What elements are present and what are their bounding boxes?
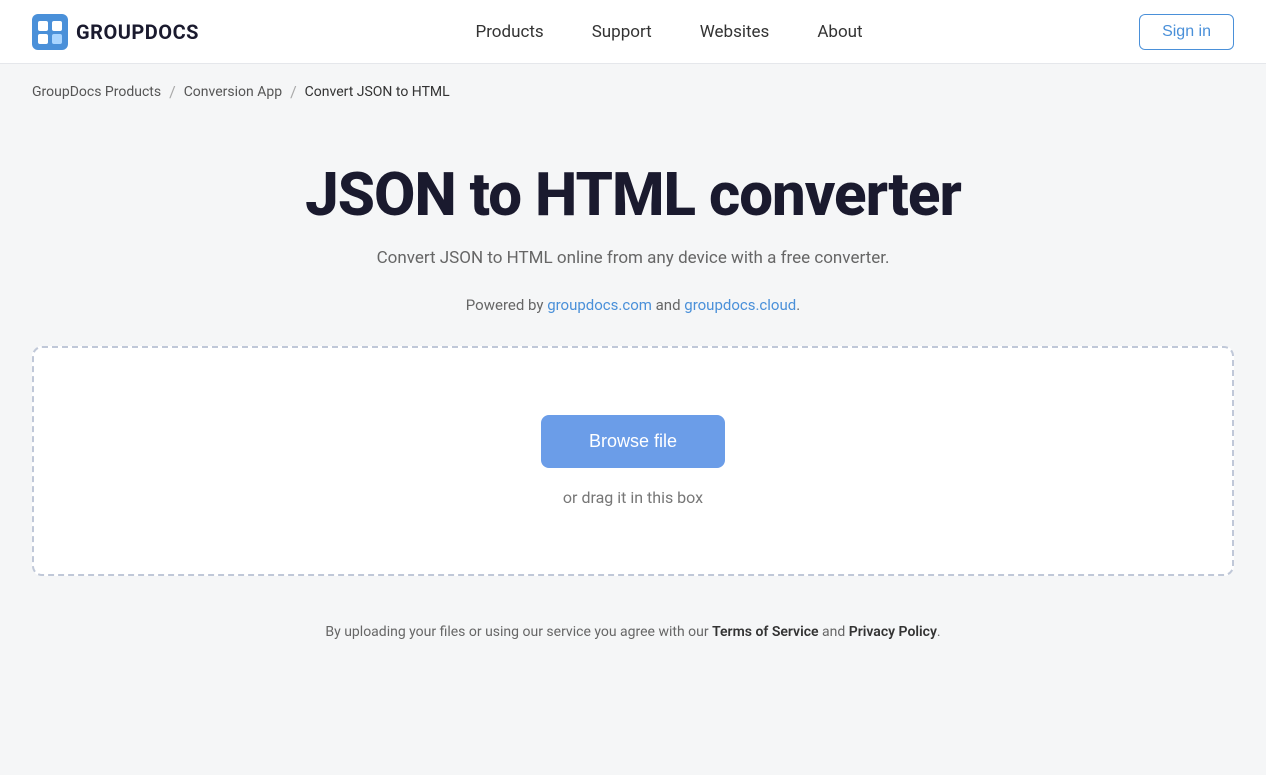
nav-websites[interactable]: Websites: [700, 22, 770, 42]
nav-products[interactable]: Products: [475, 22, 543, 42]
breadcrumb-separator-2: /: [290, 82, 297, 101]
header: GROUPDOCS Products Support Websites Abou…: [0, 0, 1266, 64]
powered-by-and: and: [652, 296, 684, 314]
footer-note-suffix: .: [937, 624, 941, 640]
main-nav: Products Support Websites About: [475, 22, 862, 42]
page-title: JSON to HTML converter: [305, 159, 961, 230]
logo[interactable]: GROUPDOCS: [32, 14, 199, 50]
nav-about[interactable]: About: [817, 22, 862, 42]
nav-support[interactable]: Support: [592, 22, 652, 42]
drag-text: or drag it in this box: [563, 488, 703, 507]
page-subtitle: Convert JSON to HTML online from any dev…: [377, 248, 890, 268]
terms-of-service-link[interactable]: Terms of Service: [712, 624, 818, 640]
footer-note-and: and: [819, 624, 849, 640]
signin-button[interactable]: Sign in: [1139, 14, 1234, 50]
breadcrumb-groupdocs-products[interactable]: GroupDocs Products: [32, 84, 161, 100]
powered-by-link1[interactable]: groupdocs.com: [547, 296, 652, 314]
footer-note-prefix: By uploading your files or using our ser…: [325, 624, 712, 640]
browse-file-button[interactable]: Browse file: [541, 415, 725, 468]
footer-note: By uploading your files or using our ser…: [325, 608, 940, 656]
upload-dropzone[interactable]: Browse file or drag it in this box: [32, 346, 1234, 576]
powered-by-link2[interactable]: groupdocs.cloud: [684, 296, 796, 314]
main-content: JSON to HTML converter Convert JSON to H…: [0, 119, 1266, 676]
breadcrumb: GroupDocs Products / Conversion App / Co…: [0, 64, 1266, 119]
breadcrumb-separator-1: /: [169, 82, 176, 101]
privacy-policy-link[interactable]: Privacy Policy: [849, 624, 937, 640]
breadcrumb-conversion-app[interactable]: Conversion App: [184, 84, 282, 100]
powered-by: Powered by groupdocs.com and groupdocs.c…: [466, 296, 800, 314]
logo-icon: [32, 14, 68, 50]
powered-by-suffix: .: [796, 296, 800, 314]
powered-by-prefix: Powered by: [466, 296, 547, 314]
logo-text: GROUPDOCS: [76, 20, 199, 44]
breadcrumb-current: Convert JSON to HTML: [305, 84, 450, 100]
